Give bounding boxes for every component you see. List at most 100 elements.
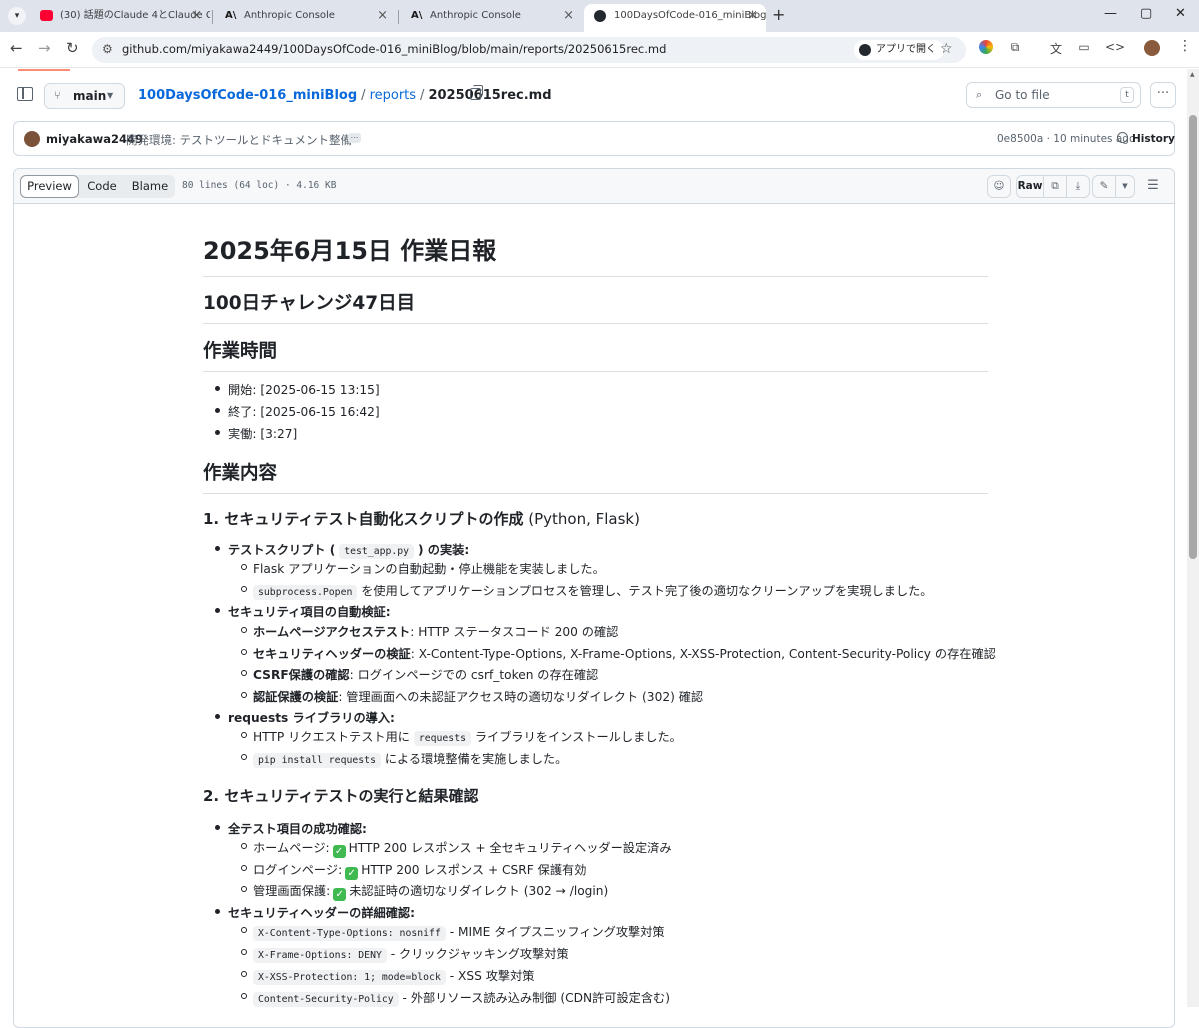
git-branch-icon: ⑂ — [54, 89, 61, 102]
breadcrumb-file-name: 20250615rec.md — [428, 88, 552, 103]
check-mark-icon: ✓ — [332, 845, 346, 858]
commit-message-link[interactable]: 開発環境: テストツールとドキュメント整備 — [126, 132, 352, 148]
tab-preview[interactable]: Preview — [20, 175, 79, 198]
more-options-button[interactable]: ··· — [1150, 82, 1176, 108]
outline-list-icon[interactable]: ☰ — [1141, 175, 1165, 198]
caret-down-icon: ▼ — [107, 91, 114, 100]
profile-avatar[interactable] — [1144, 40, 1160, 56]
list-item: 認証保護の検証: 管理画面への未認証アクセス時の適切なリダイレクト (302) … — [240, 687, 703, 705]
edit-pencil-icon[interactable]: ✎ — [1092, 175, 1116, 198]
list-item: 全テスト項目の成功確認: — [215, 819, 367, 837]
reload-icon[interactable]: ↻ — [66, 39, 79, 57]
list-item: 終了: [2025-06-15 16:42] — [215, 402, 380, 420]
list-item: ホームページ: ✓ HTTP 200 レスポンス + 全セキュリティヘッダー設定済み — [241, 838, 672, 858]
copy-path-icon[interactable] — [470, 85, 483, 100]
file-view: Preview Code Blame 80 lines (64 loc) · 4… — [13, 168, 1175, 1028]
file-toolbar: Preview Code Blame 80 lines (64 loc) · 4… — [14, 169, 1174, 204]
browser-tab-console-2[interactable]: A\ Anthropic Console × — [400, 4, 582, 32]
maximize-icon[interactable]: ▢ — [1140, 6, 1152, 21]
list-item: 実働: [3:27] — [214, 424, 297, 442]
sidebar-toggle-icon[interactable] — [17, 87, 33, 101]
history-icon — [1117, 132, 1128, 143]
doc-title: 2025年6月15日 作業日報 — [203, 231, 988, 277]
close-window-icon[interactable]: ✕ — [1175, 6, 1186, 21]
chrome-menu-icon[interactable]: ⋮ — [1178, 38, 1192, 54]
breadcrumb: 100DaysOfCode-016_miniBlog / reports/20250… — [138, 88, 552, 103]
heading-section-1: 1. セキュリティテスト自動化スクリプトの作成 (Python, Flask) — [203, 510, 640, 528]
list-item: セキュリティヘッダーの検証: X-Content-Type-Options, X… — [241, 644, 996, 662]
browser-tab-youtube[interactable]: (30) 話題のClaude 4とClaude Co × — [30, 4, 210, 32]
browser-tab-github[interactable]: 100DaysOfCode-016_miniBlog/ × — [584, 4, 766, 32]
close-tab-icon[interactable]: × — [377, 4, 388, 28]
list-item: X-Frame-Options: DENY - クリックジャッキング攻撃対策 — [241, 944, 569, 963]
list-item: セキュリティヘッダーの詳細確認: — [215, 903, 415, 921]
list-item: 開始: [2025-06-15 13:15] — [215, 380, 380, 398]
browser-tab-console-1[interactable]: A\ Anthropic Console × — [214, 4, 396, 32]
list-item: pip install requests による環境整備を実施しました。 — [240, 749, 567, 768]
check-mark-icon: ✓ — [333, 888, 347, 901]
anthropic-icon: A\ — [411, 10, 423, 21]
browser-tab-bar: ▾ (30) 話題のClaude 4とClaude Co × A\ Anthro… — [0, 0, 1199, 32]
list-item: subprocess.Popen を使用してアプリケーションプロセスを管理し、テ… — [240, 581, 932, 600]
list-item: テストスクリプト ( test_app.py ) の実装: — [214, 540, 469, 559]
heading-work-time: 作業時間 — [203, 337, 988, 372]
list-item: HTTP リクエストテスト用に requests ライブラリをインストールしまし… — [241, 727, 682, 746]
translate-icon[interactable]: 文 — [1049, 40, 1063, 56]
download-icon[interactable]: ⤓ — [1066, 175, 1090, 198]
color-extension-icon[interactable] — [979, 40, 993, 54]
extensions-icon[interactable]: ⧉ — [1008, 40, 1022, 54]
repo-file-header: ⑂ main ▼ 100DaysOfCode-016_miniBlog / repo… — [0, 69, 1187, 121]
go-to-file-input[interactable]: ⌕ Go to file t — [966, 82, 1141, 108]
heading-section-2: 2. セキュリティテストの実行と結果確認 — [203, 787, 479, 805]
list-item: Flask アプリケーションの自動起動・停止機能を実装しました。 — [241, 559, 605, 577]
scroll-up-icon[interactable]: ▲ — [1190, 71, 1195, 78]
close-tab-icon[interactable]: × — [747, 4, 758, 28]
url-text[interactable]: github.com/miyakawa2449/100DaysOfCode-01… — [122, 42, 666, 56]
close-tab-icon[interactable]: × — [191, 4, 202, 28]
latest-commit-bar: miyakawa2449 開発環境: テストツールとドキュメント整備 … 0e8… — [13, 121, 1175, 156]
breadcrumb-repo-link[interactable]: 100DaysOfCode-016_miniBlog — [138, 88, 357, 103]
history-button[interactable]: History — [1117, 132, 1175, 145]
file-info: 80 lines (64 loc) · 4.16 KB — [182, 180, 337, 191]
minimize-icon[interactable]: — — [1104, 6, 1117, 21]
copilot-icon[interactable]: ☺ — [987, 175, 1011, 198]
anthropic-icon: A\ — [225, 10, 237, 21]
raw-button[interactable]: Raw — [1016, 175, 1044, 198]
devtools-icon[interactable]: <> — [1105, 40, 1125, 54]
open-in-app-button[interactable]: アプリで開く — [854, 40, 944, 60]
tab-code[interactable]: Code — [82, 175, 122, 198]
expand-commit-button[interactable]: … — [348, 132, 361, 143]
bookmark-star-icon[interactable]: ☆ — [940, 41, 953, 57]
site-settings-icon[interactable]: ⚙ — [102, 42, 113, 56]
device-icon[interactable]: ▭ — [1077, 40, 1091, 54]
list-item: X-Content-Type-Options: nosniff - MIME タ… — [241, 922, 665, 941]
github-app-icon — [859, 44, 871, 56]
github-icon — [594, 10, 606, 22]
edit-options-caret-icon[interactable]: ▼ — [1115, 175, 1135, 198]
page-scrollbar[interactable]: ▲ — [1187, 69, 1199, 1007]
list-item: ホームページアクセステスト: HTTP ステータスコード 200 の確認 — [240, 622, 618, 640]
branch-selector-button[interactable]: ⑂ main ▼ — [44, 83, 125, 109]
back-icon[interactable]: ← — [10, 39, 23, 57]
tab-search-icon[interactable]: ▾ — [8, 7, 26, 25]
doc-subtitle: 100日チャレンジ47日目 — [203, 289, 988, 324]
list-item: ログインページ: ✓ HTTP 200 レスポンス + CSRF 保護有効 — [240, 860, 586, 880]
forward-icon[interactable]: → — [38, 39, 51, 57]
list-item: セキュリティ項目の自動検証: — [215, 602, 391, 620]
scrollbar-thumb[interactable] — [1189, 115, 1197, 559]
author-avatar[interactable] — [24, 131, 40, 147]
list-item: requests ライブラリの導入: — [215, 708, 395, 726]
copy-raw-icon[interactable]: ⧉ — [1043, 175, 1067, 198]
shortcut-key-badge: t — [1120, 87, 1134, 103]
active-tab-indicator — [18, 69, 70, 71]
list-item: 管理画面保護: ✓ 未認証時の適切なリダイレクト (302 → /login) — [240, 881, 608, 901]
close-tab-icon[interactable]: × — [563, 4, 574, 28]
omnibox[interactable]: ⚙ github.com/miyakawa2449/100DaysOfCode-… — [92, 37, 966, 63]
breadcrumb-folder-link[interactable]: reports — [370, 88, 416, 103]
tab-blame[interactable]: Blame — [126, 175, 174, 198]
youtube-icon — [40, 10, 53, 21]
new-tab-icon[interactable]: + — [772, 5, 785, 24]
list-item: Content-Security-Policy - 外部リソース読み込み制御 (… — [241, 988, 670, 1007]
heading-work-content: 作業内容 — [203, 459, 988, 494]
commit-meta[interactable]: 0e8500a · 10 minutes ago — [997, 133, 1135, 145]
